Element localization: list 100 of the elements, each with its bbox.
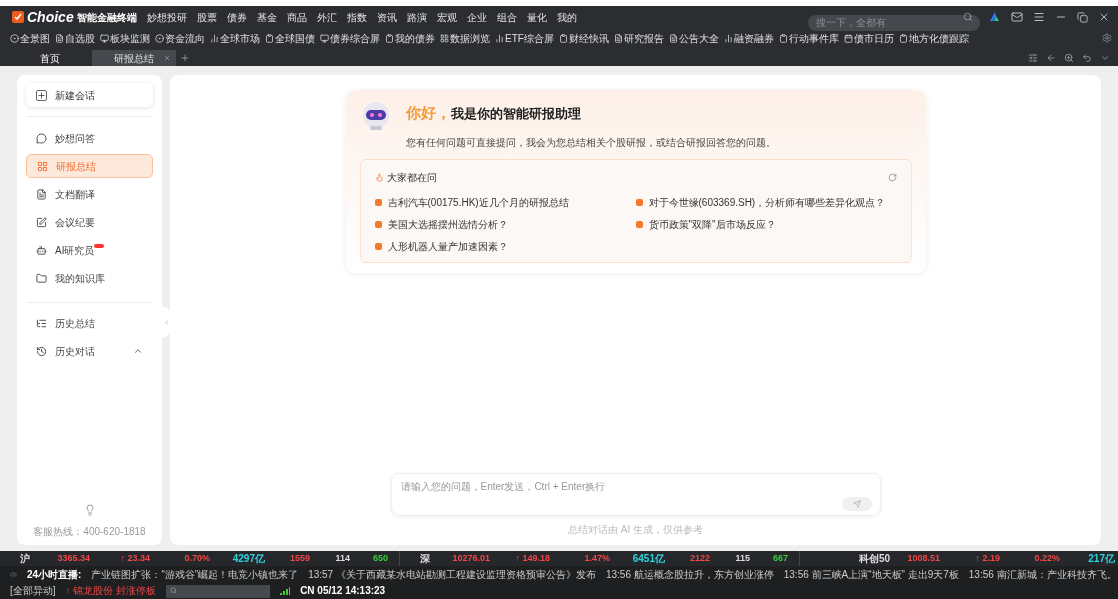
- sidebar-item-icon: [37, 160, 48, 172]
- history-item[interactable]: 历史总结: [55, 315, 95, 331]
- toolbar-item-icon[interactable]: [155, 33, 164, 43]
- toolbar-button[interactable]: 财经快讯: [568, 30, 609, 46]
- tab[interactable]: 研报总结: [92, 50, 176, 66]
- suggested-question[interactable]: 美国大选摇摆州选情分析？: [387, 216, 508, 232]
- question-bullet-icon: [635, 198, 643, 206]
- toolbar-button[interactable]: 融资融券: [733, 30, 774, 46]
- close-icon[interactable]: [1098, 11, 1110, 23]
- toolbar-button[interactable]: 全景图: [20, 30, 50, 46]
- sidebar-item[interactable]: 文档翻译: [26, 182, 153, 206]
- menu-item[interactable]: 债券: [226, 9, 247, 25]
- rising-count: 1559: [288, 551, 310, 565]
- chevron-down-icon[interactable]: [1100, 53, 1110, 63]
- new-tab-icon[interactable]: [180, 53, 190, 63]
- menu-item[interactable]: 商品: [286, 9, 307, 25]
- brand-subtitle: 智能金融终端: [76, 10, 137, 25]
- toolbar-item-icon[interactable]: [10, 33, 19, 43]
- toolbar-item-icon[interactable]: [558, 33, 568, 43]
- triangle-logo-icon[interactable]: [990, 12, 1001, 22]
- toolbar-item-icon[interactable]: [265, 33, 274, 43]
- sidebar-item[interactable]: AI研究员: [26, 238, 153, 262]
- toolbar-button[interactable]: 数据浏览: [450, 30, 490, 46]
- toolbar-button[interactable]: 公告大全: [678, 30, 719, 46]
- toolbar-item-icon[interactable]: [898, 33, 908, 43]
- toolbar-button[interactable]: 资金流向: [165, 30, 205, 46]
- chevron-up-icon[interactable]: [133, 346, 143, 356]
- menu-item[interactable]: 外汇: [316, 9, 337, 25]
- toolbar-button[interactable]: 全球市场: [220, 30, 260, 46]
- restore-icon[interactable]: [1077, 11, 1088, 23]
- sidebar-item[interactable]: 我的知识库: [26, 266, 153, 290]
- toolbar-item-icon[interactable]: [613, 33, 623, 43]
- news-item[interactable]: 产业链图扩张：“游戏谷”崛起！电竞小镇也来了: [91, 567, 299, 582]
- undo-icon[interactable]: [1082, 53, 1092, 63]
- toolbar-button[interactable]: 板块监测: [110, 30, 150, 46]
- index-percent: 0.70%: [183, 551, 210, 565]
- menu-item[interactable]: 基金: [256, 9, 277, 25]
- lightbulb-icon[interactable]: [83, 504, 96, 516]
- toolbar-item-icon[interactable]: [778, 33, 788, 43]
- news-item[interactable]: 13:57 《关于西藏某水电站勘测工程建设监理资格预审公告》发布: [308, 567, 596, 582]
- menu-item[interactable]: 量化: [526, 9, 547, 25]
- suggested-question[interactable]: 对于今世缘(603369.SH)，分析师有哪些差异化观点？: [648, 194, 886, 210]
- history-item[interactable]: 历史对话: [55, 343, 95, 359]
- menu-item[interactable]: 组合: [496, 9, 517, 25]
- news-item[interactable]: 13:56 航运概念股拉升，东方创业涨停: [605, 567, 774, 582]
- toolbar-item-icon[interactable]: [668, 33, 678, 43]
- toolbar-item-icon[interactable]: [210, 33, 219, 43]
- toolbar-item-icon[interactable]: [55, 33, 64, 43]
- toolbar-button[interactable]: 我的债券: [395, 30, 435, 46]
- toolbar-button[interactable]: 全球国债: [275, 30, 315, 46]
- menu-item[interactable]: 宏观: [436, 9, 457, 25]
- menu-item[interactable]: 妙想投研: [146, 9, 187, 25]
- menu-item[interactable]: 资讯: [376, 9, 397, 25]
- suggested-question[interactable]: 人形机器人量产加速因素？: [387, 238, 508, 254]
- mail-icon[interactable]: [1011, 11, 1023, 23]
- falling-count: 650: [371, 551, 388, 565]
- back-icon[interactable]: [1046, 53, 1056, 63]
- stock-alert[interactable]: ↑ 锦龙股份 封涨停板: [65, 583, 157, 598]
- sliders-icon[interactable]: [1028, 53, 1038, 63]
- ticker-label: 24小时直播:: [27, 568, 82, 582]
- toolbar-item-icon[interactable]: [440, 33, 449, 43]
- ticker-search-field[interactable]: [166, 585, 271, 598]
- zoom-icon[interactable]: [1064, 53, 1074, 63]
- news-item[interactable]: 13:56 前三峡A上演“地天板” 走出9天7板: [783, 567, 959, 582]
- search-icon[interactable]: [963, 12, 973, 22]
- index-percent: 0.22%: [1033, 551, 1060, 565]
- sidebar-item-icon: [36, 132, 47, 144]
- toolbar-item-icon[interactable]: [320, 33, 329, 43]
- menu-icon[interactable]: [1033, 11, 1045, 23]
- menu-item[interactable]: 企业: [466, 9, 487, 25]
- sidebar-item-icon: [36, 272, 47, 284]
- list-icon: [36, 317, 47, 329]
- toolbar-item-icon[interactable]: [385, 33, 394, 43]
- index-name: 沪: [19, 552, 31, 566]
- toolbar-button[interactable]: 行动事件库: [788, 30, 839, 46]
- menu-item[interactable]: 股票: [196, 9, 217, 25]
- new-chat-button[interactable]: 新建会话: [26, 83, 153, 107]
- sidebar-item[interactable]: 妙想问答: [26, 126, 153, 150]
- toolbar-button[interactable]: ETF综合屏: [505, 30, 554, 46]
- question-input[interactable]: 请输入您的问题，Enter发送，Ctrl + Enter换行: [390, 473, 881, 516]
- menu-item[interactable]: 我的: [556, 9, 577, 25]
- toolbar-button[interactable]: 研究报告: [623, 30, 664, 46]
- toolbar-button[interactable]: 债券综合屏: [330, 30, 380, 46]
- suggested-question[interactable]: 吉利汽车(00175.HK)近几个月的研报总结: [387, 194, 569, 210]
- menu-item[interactable]: 指数: [346, 9, 367, 25]
- toolbar-item-icon[interactable]: [100, 33, 109, 43]
- news-item[interactable]: 13:56 南汇新城：产业科技齐飞。: [968, 567, 1117, 582]
- toolbar-item-icon[interactable]: [495, 33, 504, 43]
- sidebar-item-icon: [36, 216, 47, 228]
- suggested-question[interactable]: 货币政策"双降"后市场反应？: [648, 216, 776, 232]
- toolbar-item-icon[interactable]: [723, 33, 733, 43]
- all-alerts-link[interactable]: [全部异动]: [10, 583, 56, 598]
- settings-icon[interactable]: [1102, 33, 1112, 43]
- sidebar-item[interactable]: 会议纪要: [26, 210, 153, 234]
- tab[interactable]: 首页: [8, 50, 92, 66]
- toolbar-item-icon[interactable]: [843, 33, 853, 43]
- menu-item[interactable]: 路演: [406, 9, 427, 25]
- toolbar-button[interactable]: 地方化债跟踪: [908, 30, 969, 46]
- toolbar-button[interactable]: 债市日历: [853, 30, 894, 46]
- toolbar-button[interactable]: 自选股: [65, 30, 95, 46]
